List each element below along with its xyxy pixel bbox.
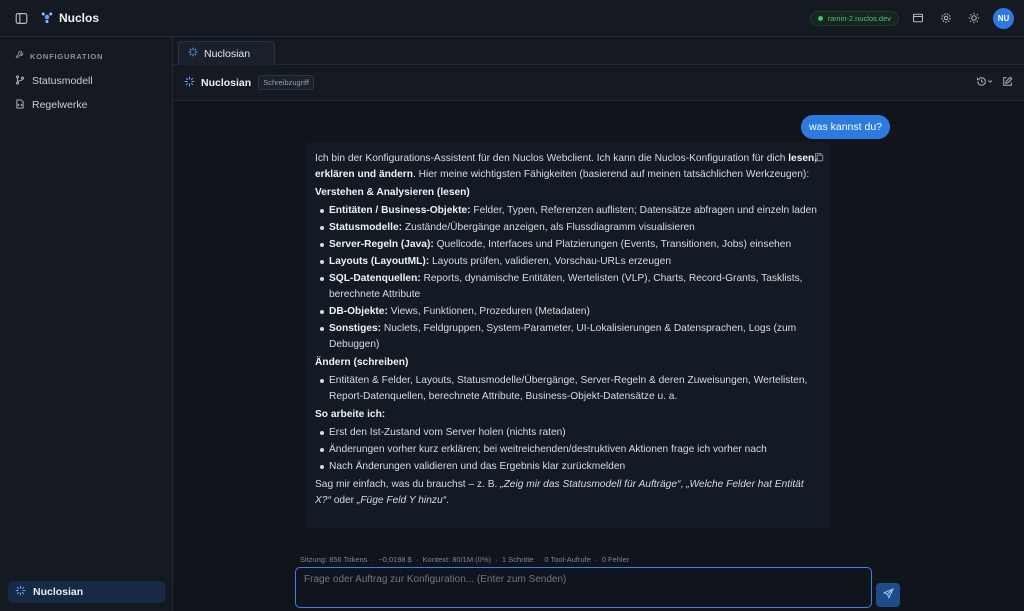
sidebar-item-regelwerke[interactable]: Regelwerke — [0, 93, 172, 117]
environment-badge: ramin-2.nuclos.dev — [809, 10, 899, 26]
sparkle-icon — [15, 585, 26, 599]
workflow-list: Erst den Ist-Zustand vom Server holen (n… — [315, 425, 821, 475]
history-icon[interactable] — [976, 76, 994, 90]
sun-icon[interactable] — [965, 9, 983, 27]
prompt-input[interactable] — [295, 567, 872, 608]
window-icon[interactable] — [909, 9, 927, 27]
edit-icon[interactable] — [1002, 76, 1013, 90]
file-code-icon — [15, 98, 25, 112]
list-item: Server-Regeln (Java): Quellcode, Interfa… — [315, 237, 821, 253]
read-capabilities-list: Entitäten / Business-Objekte: Felder, Ty… — [315, 203, 821, 353]
list-item: Entitäten & Felder, Layouts, Statusmodel… — [315, 373, 821, 405]
list-item: Layouts (LayoutML): Layouts prüfen, vali… — [315, 254, 821, 270]
section-heading-write: Ändern (schreiben) — [315, 357, 409, 368]
sidebar-item-label: Nuclosian — [33, 586, 84, 598]
section-heading-workflow: So arbeite ich: — [315, 409, 386, 420]
chat-messages: was kannst du? Ich bin der Konfiguration… — [173, 102, 1024, 583]
assistant-message: Ich bin der Konfigurations-Assistent für… — [305, 142, 831, 528]
user-message: was kannst du? — [801, 115, 890, 139]
sidebar-item-nuclosian[interactable]: Nuclosian — [8, 581, 165, 603]
main-panel: Nuclosian Nuclosian Schreibzugriff was k… — [173, 37, 1024, 611]
branch-icon — [15, 74, 25, 88]
wrench-icon — [15, 50, 24, 62]
list-item: SQL-Datenquellen: Reports, dynamische En… — [315, 271, 821, 303]
tab-nuclosian[interactable]: Nuclosian — [178, 41, 275, 65]
sparkle-icon — [188, 47, 198, 60]
list-item: Sonstiges: Nuclets, Feldgruppen, System-… — [315, 321, 821, 353]
copy-icon[interactable] — [814, 152, 824, 168]
sidebar-item-label: Statusmodell — [32, 75, 93, 87]
write-capabilities-list: Entitäten & Felder, Layouts, Statusmodel… — [315, 373, 821, 405]
status-dot-icon — [817, 15, 823, 21]
tab-label: Nuclosian — [204, 47, 251, 60]
sidebar-section-header: KONFIGURATION — [0, 50, 172, 62]
list-item: Änderungen vorher kurz erklären; bei wei… — [315, 442, 821, 458]
sidebar: KONFIGURATION Statusmodell Regelwerke Nu… — [0, 37, 173, 611]
list-item: Statusmodelle: Zustände/Übergänge anzeig… — [315, 220, 821, 236]
sidebar-item-statusmodell[interactable]: Statusmodell — [0, 69, 172, 93]
chat-title: Nuclosian — [201, 76, 252, 89]
brand-name: Nuclos — [59, 11, 100, 25]
session-status: Sitzung: 856 Tokens · ~0,0198 $ · Kontex… — [300, 555, 630, 564]
list-item: Erst den Ist-Zustand vom Server holen (n… — [315, 425, 821, 441]
section-heading-read: Verstehen & Analysieren (lesen) — [315, 187, 470, 198]
assistant-intro: Ich bin der Konfigurations-Assistent für… — [315, 153, 818, 180]
top-bar: Nuclos ramin-2.nuclos.dev NU — [0, 0, 1024, 37]
sidebar-toggle-icon[interactable] — [12, 9, 30, 27]
sidebar-section-label: KONFIGURATION — [30, 51, 104, 61]
avatar[interactable]: NU — [993, 7, 1014, 29]
nuclos-logo-icon — [41, 11, 53, 26]
list-item: Nach Änderungen validieren und das Ergeb… — [315, 459, 821, 475]
assistant-outro: Sag mir einfach, was du brauchst – z. B.… — [315, 479, 804, 506]
chat-header: Nuclosian Schreibzugriff — [173, 65, 1024, 101]
permission-badge: Schreibzugriff — [258, 75, 314, 90]
sparkle-icon — [184, 76, 195, 90]
list-item: Entitäten / Business-Objekte: Felder, Ty… — [315, 203, 821, 219]
gear-icon[interactable] — [937, 9, 955, 27]
sidebar-item-label: Regelwerke — [32, 99, 88, 111]
send-button[interactable] — [876, 583, 900, 607]
environment-label: ramin-2.nuclos.dev — [827, 13, 891, 23]
send-icon — [882, 588, 894, 602]
list-item: DB-Objekte: Views, Funktionen, Prozedure… — [315, 304, 821, 320]
brand[interactable]: Nuclos — [41, 11, 99, 26]
tab-strip: Nuclosian — [173, 37, 1024, 65]
